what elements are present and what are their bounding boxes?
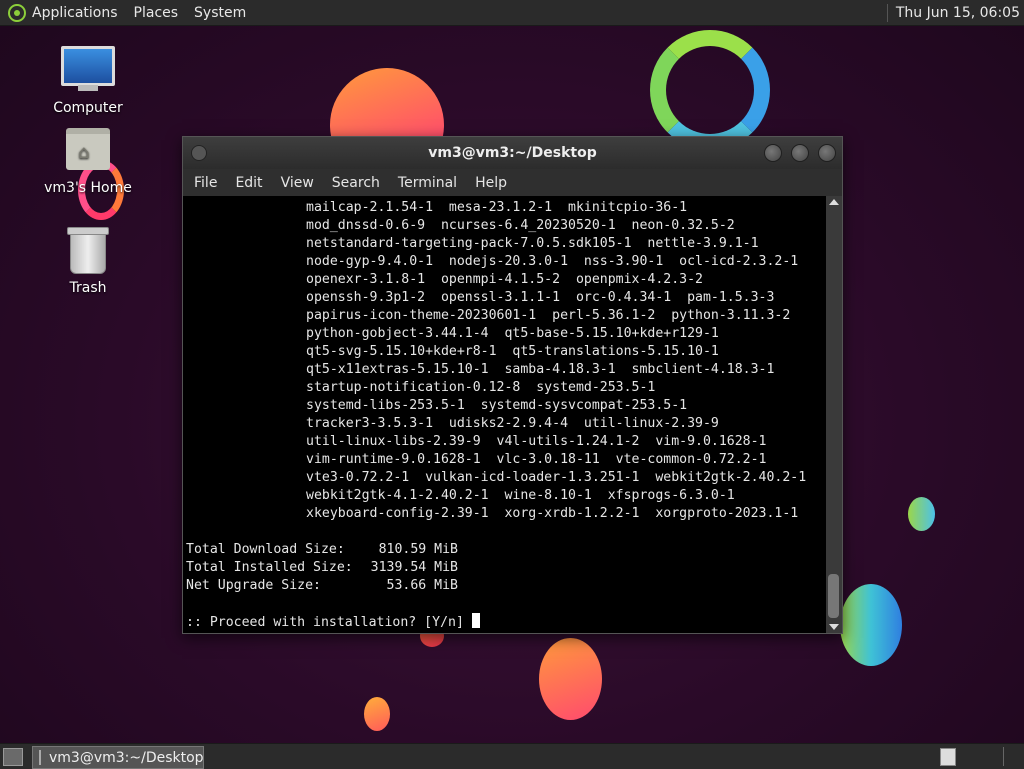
desktop-icon-label: vm3's Home (44, 180, 132, 196)
package-line: util-linux-libs-2.39-9 v4l-utils-1.24.1-… (306, 434, 767, 449)
package-line: node-gyp-9.4.0-1 nodejs-20.3.0-1 nss-3.9… (306, 254, 799, 269)
package-line: tracker3-3.5.3-1 udisks2-2.9.4-4 util-li… (306, 416, 719, 431)
package-line: xkeyboard-config-2.39-1 xorg-xrdb-1.2.2-… (306, 506, 799, 521)
package-line: netstandard-targeting-pack-7.0.5.sdk105-… (306, 236, 759, 251)
summary-label: Total Installed Size: (186, 560, 353, 575)
summary-value: 53.66 MiB (386, 578, 458, 593)
panel-separator (886, 3, 888, 22)
taskbar-window-button[interactable]: vm3@vm3:~/Desktop (32, 746, 204, 769)
scroll-down-arrow-icon[interactable] (829, 624, 839, 630)
minimize-button[interactable] (764, 144, 782, 162)
wallpaper-bubble (539, 638, 602, 720)
wallpaper-bubble (908, 497, 935, 531)
terminal-output[interactable]: mailcap-2.1.54-1 mesa-23.1.2-1 mkinitcpi… (183, 196, 824, 633)
desktop-icon-computer[interactable]: Computer (38, 46, 138, 116)
menu-places[interactable]: Places (134, 5, 179, 21)
summary-value: 810.59 MiB (378, 542, 458, 557)
computer-icon (61, 46, 115, 91)
menu-terminal[interactable]: Terminal (389, 175, 466, 191)
workspace-switcher[interactable] (940, 748, 956, 766)
wallpaper-ring (650, 30, 770, 150)
terminal-window[interactable]: vm3@vm3:~/Desktop File Edit View Search … (182, 136, 843, 634)
scrollbar-thumb[interactable] (828, 574, 839, 618)
menu-applications[interactable]: Applications (32, 5, 118, 21)
package-line: qt5-x11extras-5.15.10-1 samba-4.18.3-1 s… (306, 362, 775, 377)
wallpaper-bubble (840, 584, 902, 666)
menu-edit[interactable]: Edit (226, 175, 271, 191)
package-line: qt5-svg-5.15.10+kde+r8-1 qt5-translation… (306, 344, 719, 359)
summary-label: Net Upgrade Size: (186, 578, 321, 593)
summary-label: Total Download Size: (186, 542, 345, 557)
menu-file[interactable]: File (185, 175, 226, 191)
taskbar-separator (1003, 747, 1004, 766)
package-line: python-gobject-3.44.1-4 qt5-base-5.15.10… (306, 326, 719, 341)
desktop-icon-trash[interactable]: Trash (38, 227, 138, 296)
package-line: openssh-9.3p1-2 openssl-3.1.1-1 orc-0.4.… (306, 290, 775, 305)
desktop-icon-home[interactable]: ⌂ vm3's Home (38, 128, 138, 196)
terminal-menubar: File Edit View Search Terminal Help (183, 169, 842, 196)
package-line: vte3-0.72.2-1 vulkan-icd-loader-1.3.251-… (306, 470, 807, 485)
menu-help[interactable]: Help (466, 175, 516, 191)
home-folder-icon: ⌂ (66, 128, 110, 170)
package-line: mailcap-2.1.54-1 mesa-23.1.2-1 mkinitcpi… (306, 200, 688, 215)
maximize-button[interactable] (791, 144, 809, 162)
show-desktop-icon[interactable] (3, 748, 23, 766)
window-titlebar[interactable]: vm3@vm3:~/Desktop (183, 137, 842, 169)
clock[interactable]: Thu Jun 15, 06:05 (896, 5, 1020, 21)
menu-view[interactable]: View (272, 175, 323, 191)
distro-logo-icon[interactable] (8, 3, 26, 22)
package-line: openexr-3.1.8-1 openmpi-4.1.5-2 openpmix… (306, 272, 703, 287)
package-line: papirus-icon-theme-20230601-1 perl-5.36.… (306, 308, 791, 323)
scroll-up-arrow-icon[interactable] (829, 199, 839, 205)
package-line: systemd-libs-253.5-1 systemd-sysvcompat-… (306, 398, 688, 413)
summary-value: 3139.54 MiB (370, 560, 458, 575)
desktop-icon-label: Trash (69, 280, 107, 296)
desktop-icon-label: Computer (53, 100, 123, 116)
menu-system[interactable]: System (194, 5, 246, 21)
terminal-scrollbar[interactable] (826, 196, 842, 633)
menu-search[interactable]: Search (323, 175, 389, 191)
package-line: vim-runtime-9.0.1628-1 vlc-3.0.18-11 vte… (306, 452, 767, 467)
top-panel: Applications Places System Thu Jun 15, 0… (0, 0, 1024, 26)
package-line: mod_dnssd-0.6-9 ncurses-6.4_20230520-1 n… (306, 218, 735, 233)
wallpaper-bubble (364, 697, 390, 731)
install-prompt: :: Proceed with installation? [Y/n] (186, 615, 472, 630)
close-button[interactable] (818, 144, 836, 162)
window-title: vm3@vm3:~/Desktop (428, 145, 597, 161)
text-cursor (471, 613, 480, 628)
package-line: webkit2gtk-4.1-2.40.2-1 wine-8.10-1 xfsp… (306, 488, 735, 503)
bottom-taskbar: vm3@vm3:~/Desktop (0, 743, 1024, 769)
trash-icon (67, 227, 109, 274)
terminal-icon (39, 750, 41, 765)
package-line: startup-notification-0.12-8 systemd-253.… (306, 380, 656, 395)
taskbar-window-label: vm3@vm3:~/Desktop (49, 749, 204, 766)
